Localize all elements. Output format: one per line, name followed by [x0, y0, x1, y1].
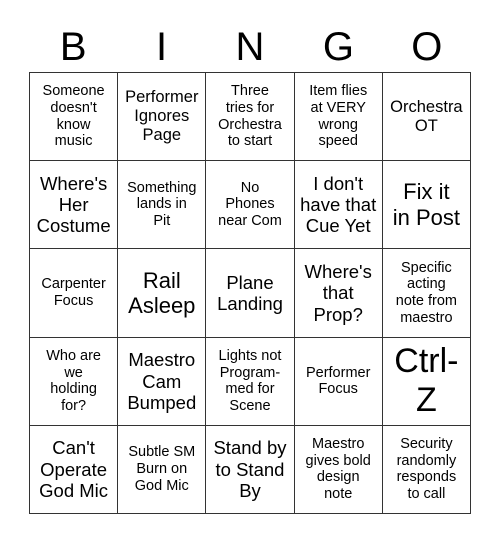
bingo-cell[interactable]: Where's Her Costume [30, 161, 119, 250]
header-letter-o: O [411, 25, 443, 69]
bingo-cell[interactable]: Can't Operate God Mic [30, 425, 119, 514]
bingo-cell-text: Specific acting note from maestro [395, 259, 458, 326]
bingo-cell-text: Performer Focus [305, 364, 371, 398]
bingo-cell-text: Subtle SM Burn on God Mic [128, 444, 196, 494]
bingo-cell-text: Where's that Prop? [304, 261, 372, 325]
bingo-cell[interactable]: Where's that Prop? [294, 249, 383, 338]
bingo-cell[interactable]: Fix it in Post [382, 161, 471, 250]
bingo-cell[interactable]: Who are we holding for? [30, 337, 119, 426]
header-letter-g: G [322, 25, 354, 69]
bingo-cell-text: Where's Her Costume [36, 172, 111, 237]
header-letter-i: I [156, 25, 168, 69]
bingo-cell-text: Something lands in Pit [127, 179, 197, 230]
bingo-cell-text: Stand by to Stand By [213, 437, 287, 502]
bingo-cell[interactable]: Maestro Cam Bumped [118, 337, 207, 426]
bingo-cell[interactable]: Maestro gives bold design note [294, 425, 383, 514]
bingo-cell[interactable]: Subtle SM Burn on God Mic [118, 425, 207, 514]
bingo-cell-text: Ctrl- Z [394, 342, 459, 420]
bingo-cell-text: Carpenter Focus [41, 276, 106, 309]
bingo-cell[interactable]: No Phones near Com [206, 161, 295, 250]
bingo-cell-text: Security randomly responds to call [396, 436, 457, 503]
bingo-header: B I N G O [29, 22, 471, 72]
bingo-cell-text: I don't have that Cue Yet [300, 172, 377, 237]
bingo-cell[interactable]: Specific acting note from maestro [382, 249, 471, 338]
bingo-cell[interactable]: Plane Landing [206, 249, 295, 338]
bingo-cell[interactable]: I don't have that Cue Yet [294, 161, 383, 250]
bingo-cell[interactable]: Performer Focus [294, 337, 383, 426]
bingo-cell-text: Maestro Cam Bumped [127, 349, 197, 413]
bingo-cell-text: Orchestra OT [390, 97, 463, 135]
bingo-grid: Someone doesn't know music Performer Igno… [29, 72, 471, 514]
bingo-cell[interactable]: Carpenter Focus [30, 249, 119, 338]
bingo-cell[interactable]: Performer Ignores Page [118, 73, 207, 162]
bingo-cell-text: Who are we holding for? [46, 347, 101, 414]
header-letter-b: B [59, 25, 87, 69]
bingo-cell[interactable]: Item flies at VERY wrong speed [294, 73, 383, 162]
bingo-cell[interactable]: Ctrl- Z [382, 337, 471, 426]
bingo-cell-text: Item flies at VERY wrong speed [309, 83, 368, 150]
bingo-cell-text: Fix it in Post [392, 179, 461, 230]
bingo-cell[interactable]: Security randomly responds to call [382, 425, 471, 514]
header-letter-n: N [235, 25, 265, 69]
bingo-cell-text: Performer Ignores Page [125, 88, 199, 145]
bingo-cell-text: Lights not Program- med for Scene [218, 347, 282, 414]
bingo-cell[interactable]: Orchestra OT [382, 73, 471, 162]
bingo-cell[interactable]: Lights not Program- med for Scene [206, 337, 295, 426]
bingo-cell-text: No Phones near Com [218, 179, 282, 230]
bingo-cell-text: Can't Operate God Mic [39, 437, 109, 502]
bingo-cell-text: Three tries for Orchestra to start [218, 83, 282, 150]
bingo-cell[interactable]: Stand by to Stand By [206, 425, 295, 514]
bingo-cell-text: Someone doesn't know music [42, 83, 105, 150]
bingo-cell-text: Maestro gives bold design note [305, 436, 371, 503]
bingo-cell[interactable]: Something lands in Pit [118, 161, 207, 250]
bingo-cell-text: Plane Landing [217, 271, 283, 314]
bingo-cell[interactable]: Rail Asleep [118, 249, 207, 338]
bingo-cell[interactable]: Someone doesn't know music [30, 73, 119, 162]
bingo-cell-text: Rail Asleep [128, 267, 196, 318]
bingo-cell[interactable]: Three tries for Orchestra to start [206, 73, 295, 162]
